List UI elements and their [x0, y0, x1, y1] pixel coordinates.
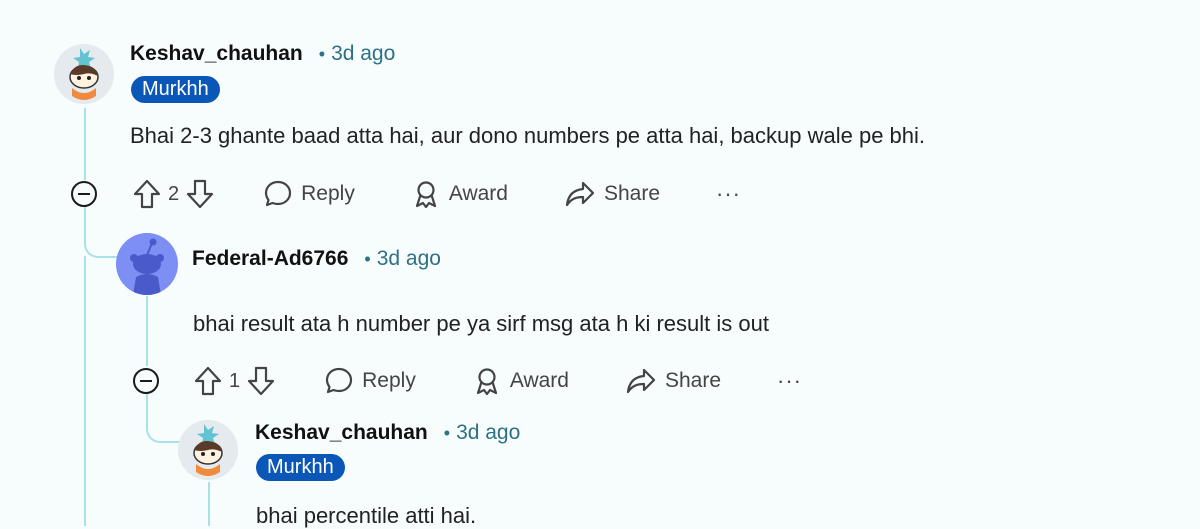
user-flair: Murkhh [131, 76, 220, 103]
comment-header: Federal-Ad6766 • 3d ago [192, 247, 441, 271]
comment-body: bhai result ata h number pe ya sirf msg … [193, 311, 769, 336]
comment-header: Keshav_chauhan • 3d ago [130, 42, 395, 66]
award-button[interactable]: Award [472, 366, 569, 396]
thread-connector [84, 206, 120, 258]
avatar[interactable] [178, 420, 238, 480]
username-link[interactable]: Keshav_chauhan [255, 421, 428, 445]
snoo-avatar-icon [178, 420, 238, 480]
collapse-thread-button[interactable] [133, 368, 159, 394]
upvote-icon[interactable] [193, 365, 223, 397]
share-button[interactable]: Share [625, 366, 721, 396]
timestamp[interactable]: 3d ago [377, 247, 441, 271]
upvote-icon[interactable] [132, 178, 162, 210]
comment-icon [265, 180, 292, 207]
downvote-icon[interactable] [246, 365, 276, 397]
award-icon [476, 368, 497, 396]
award-label: Award [448, 182, 508, 205]
separator-dot: • [364, 248, 371, 269]
vote-count: 2 [168, 182, 180, 205]
comment-body: Bhai 2-3 ghante baad atta hai, aur dono … [130, 123, 926, 148]
comment-icon [326, 367, 353, 394]
comment-actions: 2 Reply Award Share ··· [132, 178, 741, 210]
separator-dot: • [443, 422, 451, 443]
username-link[interactable]: Federal-Ad6766 [192, 247, 348, 271]
vote-count: 1 [229, 369, 241, 392]
reply-button[interactable]: Reply [263, 179, 355, 209]
comment-actions: 1 Reply Award Share ··· [193, 365, 802, 397]
more-options-button[interactable]: ··· [777, 368, 802, 394]
minus-icon [78, 192, 90, 196]
default-snoo-icon [116, 233, 178, 295]
award-label: Award [509, 369, 569, 392]
downvote-icon[interactable] [185, 178, 215, 210]
award-icon [415, 181, 436, 209]
more-options-button[interactable]: ··· [716, 181, 741, 207]
thread-line [84, 108, 86, 180]
comment-body: bhai percentile atti hai. [256, 503, 477, 528]
reply-button[interactable]: Reply [324, 366, 416, 396]
user-flair: Murkhh [256, 454, 345, 481]
collapse-thread-button[interactable] [71, 181, 97, 207]
reply-label: Reply [362, 369, 416, 392]
minus-icon [140, 379, 152, 383]
share-icon [565, 181, 595, 207]
thread-line [84, 256, 86, 526]
avatar[interactable] [116, 233, 178, 295]
snoo-avatar-icon [54, 44, 114, 104]
timestamp[interactable]: 3d ago [456, 421, 520, 445]
share-button[interactable]: Share [564, 179, 660, 209]
thread-connector [146, 393, 182, 443]
avatar[interactable] [54, 44, 114, 104]
timestamp[interactable]: 3d ago [331, 42, 395, 66]
reply-label: Reply [301, 182, 355, 205]
vote-group: 2 [132, 178, 215, 210]
thread-line [208, 482, 210, 526]
thread-line [146, 296, 148, 366]
award-button[interactable]: Award [411, 179, 508, 209]
share-label: Share [664, 369, 722, 392]
share-label: Share [603, 182, 661, 205]
vote-group: 1 [193, 365, 276, 397]
separator-dot: • [318, 43, 326, 64]
username-link[interactable]: Keshav_chauhan [130, 42, 303, 66]
comment-header: Keshav_chauhan • 3d ago [255, 421, 520, 445]
share-icon [626, 368, 656, 394]
